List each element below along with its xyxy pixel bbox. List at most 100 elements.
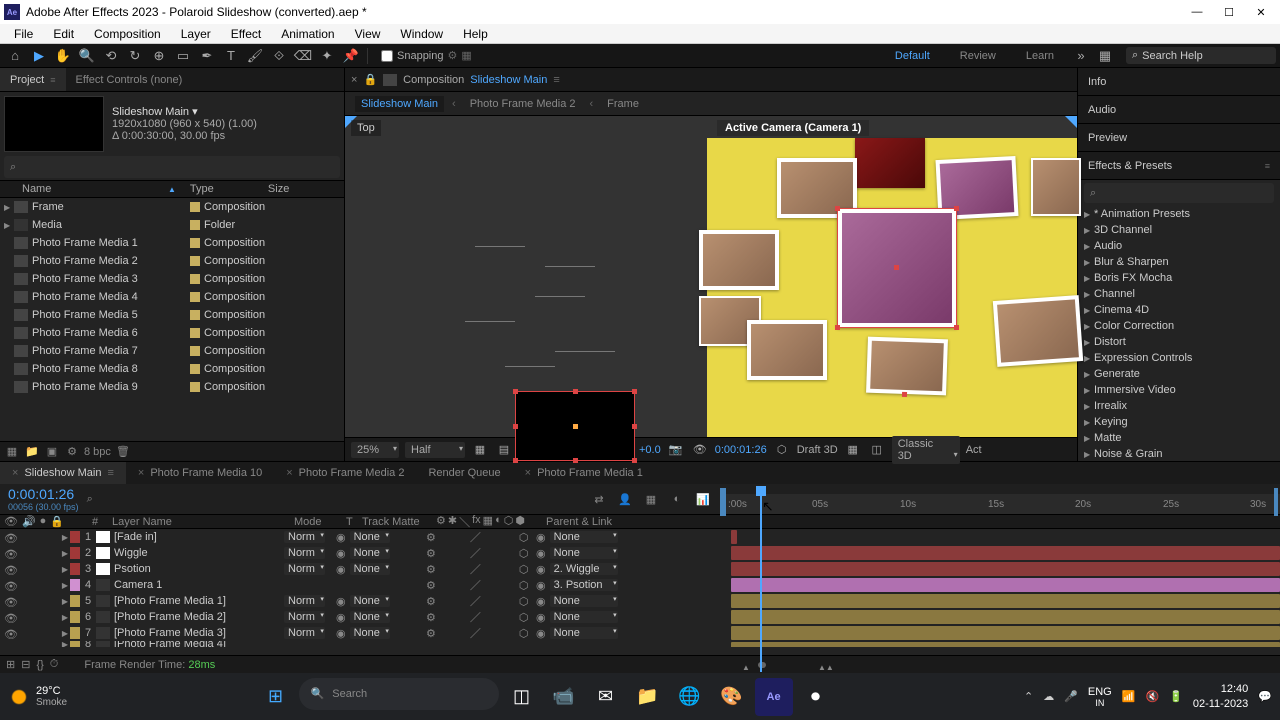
comp-name-display[interactable]: Slideshow Main ▾	[112, 105, 340, 118]
clone-tool[interactable]: ⟐	[268, 46, 290, 66]
snapping-toggle[interactable]: Snapping ⚙ ▦	[381, 49, 472, 62]
adjust-bpc[interactable]: ⚙	[64, 445, 80, 459]
breadcrumb-2[interactable]: Frame	[601, 96, 645, 112]
close-button[interactable]: ✕	[1254, 5, 1268, 19]
close-comp-tab[interactable]: ×	[351, 74, 357, 86]
viewer-active-camera[interactable]: Active Camera (Camera 1)	[707, 116, 1077, 437]
aftereffects-app[interactable]: Ae	[755, 678, 793, 716]
project-item[interactable]: Photo Frame Media 6Composition	[0, 324, 344, 342]
work-area-start[interactable]	[720, 488, 726, 516]
project-item[interactable]: Photo Frame Media 3Composition	[0, 270, 344, 288]
effect-category[interactable]: ▶Color Correction	[1078, 318, 1280, 334]
timeline-layer-row[interactable]: 👁 ▶ 5 [Photo Frame Media 1] Norm ◉None ⚙…	[0, 593, 1280, 609]
search-help[interactable]: ⌕ Search Help	[1126, 47, 1276, 64]
start-button[interactable]: ⊞	[257, 678, 295, 716]
effect-category[interactable]: ▶Irrealix	[1078, 398, 1280, 414]
menu-layer[interactable]: Layer	[171, 27, 221, 41]
weather-widget[interactable]: 29°C Smoke	[8, 685, 67, 708]
clock[interactable]: 12:4002-11-2023	[1193, 682, 1248, 711]
draft-3d-label[interactable]: Draft 3D	[797, 444, 838, 456]
task-view[interactable]: ◫	[503, 678, 541, 716]
toggle-switches[interactable]: ⊞	[6, 658, 15, 671]
lock-icon[interactable]: 🔒	[363, 73, 377, 86]
mail-app[interactable]: ✉	[587, 678, 625, 716]
frame-blend[interactable]: ▦	[642, 491, 660, 507]
menu-window[interactable]: Window	[390, 27, 453, 41]
project-item[interactable]: Photo Frame Media 5Composition	[0, 306, 344, 324]
project-item[interactable]: ▶FrameComposition	[0, 198, 344, 216]
snapping-checkbox[interactable]	[381, 50, 393, 62]
project-list[interactable]: ▶FrameComposition▶MediaFolder Photo Frame…	[0, 198, 344, 441]
timeline-layer-row[interactable]: 👁 ▶ 6 [Photo Frame Media 2] Norm ◉None ⚙…	[0, 609, 1280, 625]
hand-tool[interactable]: ✋	[52, 46, 74, 66]
menu-file[interactable]: File	[4, 27, 43, 41]
menu-help[interactable]: Help	[453, 27, 498, 41]
audio-panel[interactable]: Audio	[1078, 96, 1280, 124]
timeline-timecode[interactable]: 0:00:01:26	[8, 486, 79, 502]
fast-preview[interactable]: ▦	[471, 442, 489, 458]
exposure-value[interactable]: +0.0	[639, 444, 661, 456]
effect-category[interactable]: ▶Cinema 4D	[1078, 302, 1280, 318]
menu-effect[interactable]: Effect	[221, 27, 271, 41]
battery-icon[interactable]: 🔋	[1169, 690, 1183, 703]
orbit-tool[interactable]: ⟲	[100, 46, 122, 66]
current-time-indicator[interactable]	[760, 492, 762, 672]
menu-view[interactable]: View	[345, 27, 391, 41]
effect-category[interactable]: ▶Distort	[1078, 334, 1280, 350]
workspace-icon[interactable]: ▦	[1094, 46, 1116, 66]
extended-viewer[interactable]: ◫	[868, 442, 886, 458]
minimize-button[interactable]: —	[1190, 5, 1204, 19]
language-switcher[interactable]: ENGIN	[1088, 686, 1112, 708]
camera-bounds[interactable]	[515, 391, 635, 461]
effect-category[interactable]: ▶Audio	[1078, 238, 1280, 254]
project-item[interactable]: Photo Frame Media 4Composition	[0, 288, 344, 306]
timeline-layer-row[interactable]: 👁 ▶ 1 [Fade in] Norm ◉None ⚙／⬡ ◉None	[0, 529, 1280, 545]
tl-tab-0[interactable]: ×Slideshow Main≡	[0, 462, 126, 484]
preview-panel[interactable]: Preview	[1078, 124, 1280, 152]
magnification-dropdown[interactable]: 25%	[351, 442, 399, 458]
info-panel[interactable]: Info	[1078, 68, 1280, 96]
tl-tab-4[interactable]: ×Photo Frame Media 1	[513, 462, 655, 484]
toggle-in-out[interactable]: {}	[36, 659, 43, 671]
eraser-tool[interactable]: ⌫	[292, 46, 314, 66]
photos-app[interactable]: 🎨	[713, 678, 751, 716]
effect-controls-tab[interactable]: Effect Controls (none)	[66, 68, 193, 91]
viewer-top[interactable]: Top	[345, 116, 707, 437]
renderer-dropdown[interactable]: Classic 3D	[892, 436, 960, 464]
project-item[interactable]: ▶MediaFolder	[0, 216, 344, 234]
interpret-footage[interactable]: ▦	[4, 445, 20, 459]
workspace-default[interactable]: Default	[881, 50, 944, 62]
project-item[interactable]: Photo Frame Media 9Composition	[0, 378, 344, 396]
col-type[interactable]: Type	[186, 183, 264, 195]
snapshot[interactable]: 📷	[667, 442, 685, 458]
workspace-learn[interactable]: Learn	[1012, 50, 1068, 62]
new-folder[interactable]: 📁	[24, 445, 40, 459]
col-name[interactable]: Name	[18, 183, 168, 195]
layer-search[interactable]: ⌕	[87, 493, 93, 506]
effect-category[interactable]: ▶Keying	[1078, 414, 1280, 430]
effect-category[interactable]: ▶* Animation Presets	[1078, 206, 1280, 222]
wifi-icon[interactable]: 📶	[1122, 690, 1136, 703]
onedrive-icon[interactable]: ☁	[1043, 690, 1054, 703]
effects-search[interactable]: ⌕	[1084, 183, 1274, 203]
tl-tab-2[interactable]: ×Photo Frame Media 2	[274, 462, 416, 484]
preview-timecode[interactable]: 0:00:01:26	[715, 444, 767, 456]
effect-category[interactable]: ▶Boris FX Mocha	[1078, 270, 1280, 286]
effect-category[interactable]: ▶Noise & Grain	[1078, 446, 1280, 461]
comp-flowchart[interactable]: ⇄	[590, 491, 608, 507]
graph-editor[interactable]: 📊	[694, 491, 712, 507]
mic-icon[interactable]: 🎤	[1064, 690, 1078, 703]
show-snapshot[interactable]: 👁	[691, 442, 709, 458]
time-ruler[interactable]: :00s 05s 10s 15s 20s 25s 30s ↖	[720, 494, 1280, 514]
zoom-tool[interactable]: 🔍	[76, 46, 98, 66]
project-item[interactable]: Photo Frame Media 8Composition	[0, 360, 344, 378]
transparency-grid[interactable]: ▤	[495, 442, 513, 458]
col-size[interactable]: Size	[264, 183, 293, 195]
work-area-end[interactable]	[1274, 488, 1278, 516]
comp-tab-name[interactable]: Slideshow Main	[470, 74, 547, 86]
delete-item[interactable]: 🗑	[115, 445, 131, 459]
zoom-app[interactable]: 📹	[545, 678, 583, 716]
volume-icon[interactable]: 🔇	[1145, 690, 1159, 703]
shy-layers[interactable]: 👤	[616, 491, 634, 507]
timeline-layer-row[interactable]: 👁 ▶ 4 Camera 1 ⚙／⬡ ◉3. Psotion	[0, 577, 1280, 593]
